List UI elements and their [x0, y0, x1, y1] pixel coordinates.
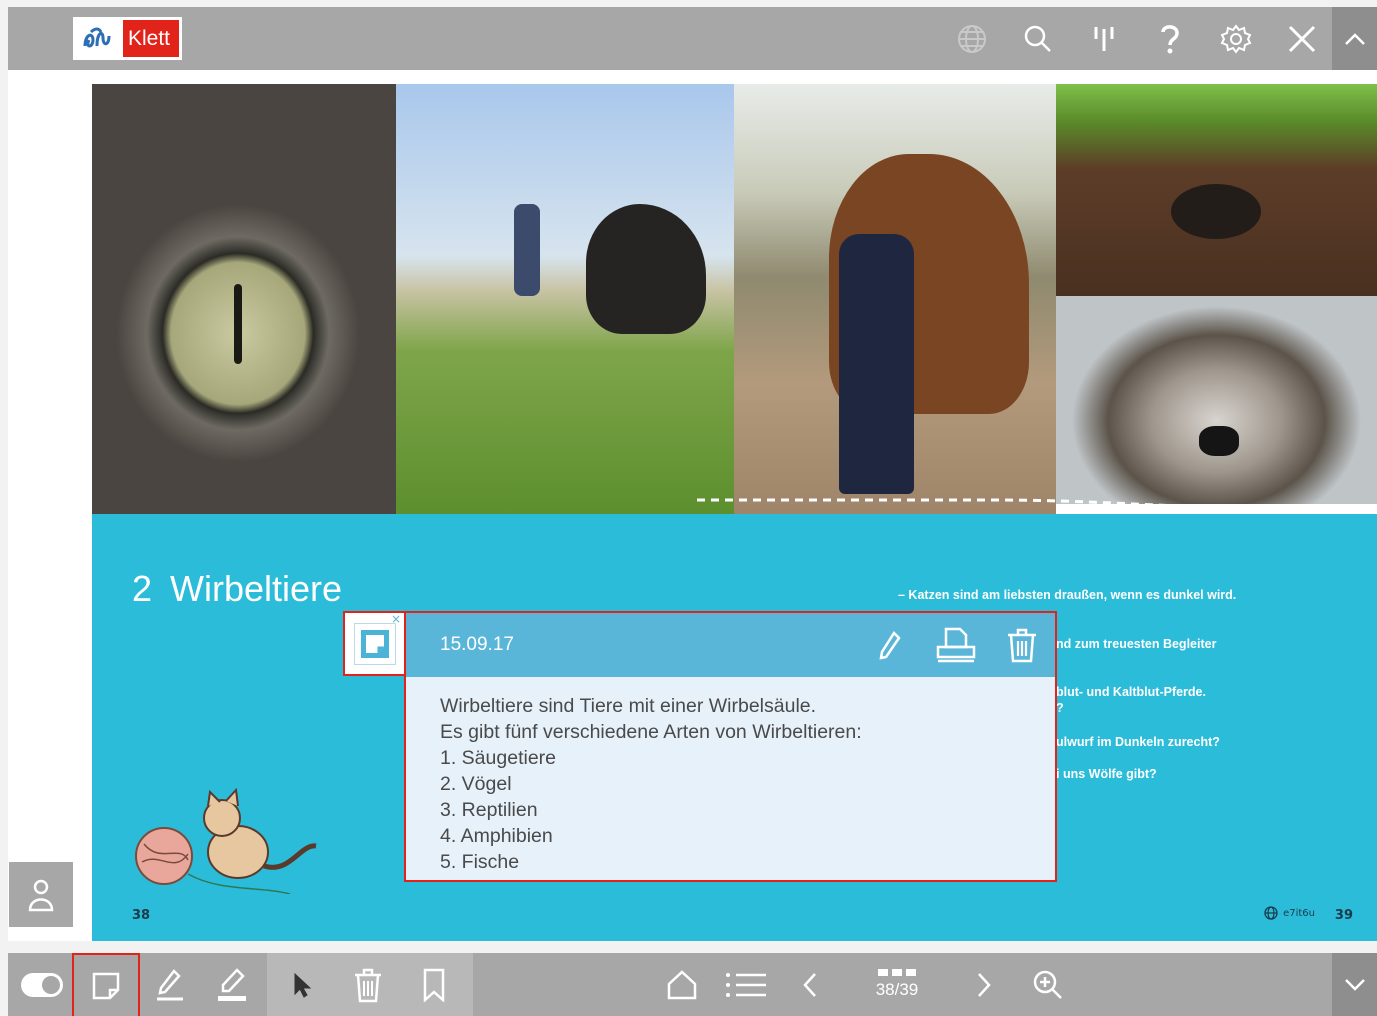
- toggle-switch-icon: [21, 972, 63, 997]
- pencil-icon: [879, 631, 901, 660]
- home-button[interactable]: [654, 953, 710, 1016]
- bookmark-icon: [423, 968, 445, 1002]
- help-icon[interactable]: [1137, 19, 1203, 59]
- ebook-viewer: Klett 2 Wirbeltiere – Katzen sind am lie…: [0, 0, 1377, 1016]
- user-profile-button[interactable]: [9, 862, 73, 927]
- page-indicator-text: 38/39: [875, 980, 919, 999]
- note-actions: [857, 613, 1055, 677]
- chevron-up-icon: [1344, 32, 1365, 45]
- bookmark-button[interactable]: [406, 953, 462, 1016]
- top-toolbar: Klett: [8, 7, 1377, 70]
- note-icon: [92, 972, 120, 999]
- globe-icon: [1264, 906, 1278, 920]
- decorative-dashes: [697, 498, 1377, 512]
- collapse-toolbar-button[interactable]: [1332, 7, 1377, 70]
- delete-note-button[interactable]: [989, 613, 1055, 677]
- cat-eye-photo: [92, 84, 396, 514]
- question-line: blut- und Kaltblut-Pferde.: [1056, 685, 1206, 699]
- highlighter-icon: [218, 967, 246, 1001]
- note-icon: [353, 622, 396, 665]
- select-tool-button[interactable]: [274, 953, 330, 1016]
- note-line: 5. Fische: [440, 851, 520, 873]
- question-line: i uns Wölfe gibt?: [1056, 767, 1157, 781]
- note-line: 4. Amphibien: [440, 825, 553, 847]
- note-close-button[interactable]: ×: [391, 612, 401, 626]
- search-icon[interactable]: [1005, 19, 1071, 59]
- edit-note-button[interactable]: [857, 613, 923, 677]
- cursor-icon: [294, 972, 312, 998]
- chapter-number: 2: [132, 568, 153, 609]
- left-rail: [8, 70, 92, 941]
- highlighter-tool-button[interactable]: [204, 953, 260, 1016]
- note-line: 2. Vögel: [440, 773, 512, 795]
- top-actions: [939, 19, 1335, 59]
- kitten-illustration: [135, 787, 317, 894]
- gear-icon[interactable]: [1203, 19, 1269, 59]
- chevron-down-icon: [1344, 978, 1365, 991]
- page-grid-icon: [877, 969, 916, 976]
- brand-name: Klett: [123, 20, 179, 57]
- note-line: 3. Reptilien: [440, 799, 538, 821]
- horse-photo: [734, 84, 1056, 514]
- mole-photo: [1056, 84, 1377, 296]
- online-code[interactable]: e7it6u: [1264, 906, 1315, 920]
- trash-icon: [355, 968, 381, 1002]
- table-of-contents-button[interactable]: [718, 953, 774, 1016]
- next-page-button[interactable]: [956, 953, 1012, 1016]
- note-line: Es gibt fünf verschiedene Arten von Wirb…: [440, 721, 862, 743]
- bookmark-bars-icon[interactable]: [1071, 19, 1137, 59]
- pen-icon: [157, 968, 183, 1000]
- printer-icon: [936, 627, 976, 663]
- wolf-photo: [1056, 296, 1377, 504]
- page-overview-button[interactable]: 38/39: [858, 953, 936, 1016]
- klett-logo: Klett: [73, 17, 182, 60]
- note-marker-button[interactable]: ×: [343, 611, 406, 676]
- klett-logo-icon: [73, 17, 123, 60]
- previous-page-button[interactable]: [782, 953, 838, 1016]
- expand-toolbar-button[interactable]: [1332, 953, 1377, 1016]
- zoom-in-icon: [1033, 970, 1062, 999]
- question-line: nd zum treuesten Begleiter: [1056, 637, 1217, 651]
- trash-icon: [1008, 628, 1036, 663]
- print-note-button[interactable]: [923, 613, 989, 677]
- chapter-title: Wirbeltiere: [170, 568, 343, 609]
- question-line: ?: [1056, 701, 1064, 715]
- note-text[interactable]: Wirbeltiere sind Tiere mit einer Wirbels…: [406, 677, 1055, 875]
- globe-icon[interactable]: [939, 19, 1005, 59]
- zoom-button[interactable]: [1020, 953, 1076, 1016]
- home-icon: [667, 969, 697, 999]
- display-toggle[interactable]: [12, 953, 72, 1016]
- note-date: 15.09.17: [440, 634, 514, 655]
- note-line: 1. Säugetiere: [440, 747, 557, 769]
- delete-tool-button[interactable]: [340, 953, 396, 1016]
- page-indicator: 38/39: [875, 969, 919, 1000]
- user-icon: [28, 879, 54, 911]
- close-icon[interactable]: [1269, 19, 1335, 59]
- page-number-left: 38: [132, 908, 151, 923]
- note-line: Wirbeltiere sind Tiere mit einer Wirbels…: [440, 695, 817, 717]
- chevron-right-icon: [978, 972, 991, 997]
- pen-tool-button[interactable]: [142, 953, 198, 1016]
- note-popup: 15.09.17 Wirbeltiere sind Tiere mit eine…: [404, 611, 1057, 882]
- list-icon: [726, 972, 766, 997]
- bottom-toolbar: 38/39: [8, 953, 1377, 1016]
- note-header: 15.09.17: [406, 613, 1055, 677]
- chevron-left-icon: [803, 972, 816, 997]
- page-number-right: 39: [1334, 908, 1353, 923]
- chapter-heading: 2 Wirbeltiere: [132, 568, 342, 610]
- question-line: – Katzen sind am liebsten draußen, wenn …: [898, 588, 1237, 602]
- online-code-text: e7it6u: [1283, 907, 1315, 919]
- dog-meadow-photo: [396, 84, 734, 514]
- question-line: ulwurf im Dunkeln zurecht?: [1056, 735, 1220, 749]
- note-tool-button[interactable]: [72, 953, 140, 1016]
